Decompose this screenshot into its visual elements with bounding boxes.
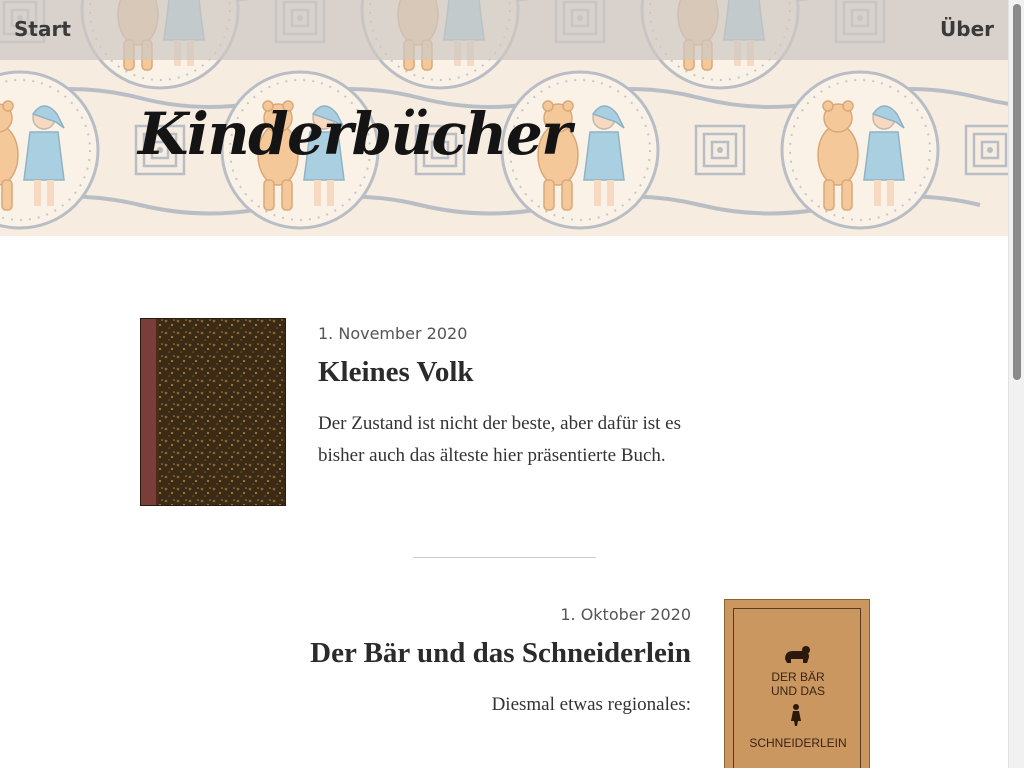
- book-cover-image[interactable]: DER BÄR UND DAS SCHNEIDERLEIN: [724, 599, 870, 768]
- post-divider: [413, 557, 596, 558]
- post-excerpt: Der Zustand ist nicht der beste, aber da…: [318, 413, 681, 466]
- bear-icon: [785, 646, 810, 663]
- post-title-link[interactable]: Kleines Volk: [318, 356, 474, 389]
- post-date: 1. Oktober 2020: [560, 605, 691, 624]
- nav-start-link[interactable]: Start: [14, 17, 71, 41]
- cover-line-1: DER BÄR: [771, 670, 825, 684]
- nav-about-link[interactable]: Über: [940, 17, 994, 41]
- post-excerpt: Diesmal etwas regionales:: [491, 694, 691, 715]
- book-cover-image[interactable]: [140, 318, 286, 506]
- cover-line-2: UND DAS: [770, 684, 825, 698]
- vertical-scrollbar[interactable]: [1008, 0, 1024, 768]
- header-banner: Start Über Kinderbücher: [0, 0, 1008, 236]
- page: Start Über Kinderbücher 1. November 2020: [0, 0, 1024, 768]
- top-navigation-bar: Start Über: [0, 0, 1008, 60]
- cover-title-top: DER BÄR UND DAS: [725, 670, 871, 698]
- site-title[interactable]: Kinderbücher: [138, 100, 572, 168]
- post-title-link[interactable]: Der Bär und das Schneiderlein: [310, 637, 691, 670]
- post-date: 1. November 2020: [318, 324, 468, 343]
- scrollbar-thumb[interactable]: [1013, 4, 1021, 380]
- cover-line-3: SCHNEIDERLEIN: [749, 736, 847, 750]
- tailor-figure-icon: [791, 704, 801, 726]
